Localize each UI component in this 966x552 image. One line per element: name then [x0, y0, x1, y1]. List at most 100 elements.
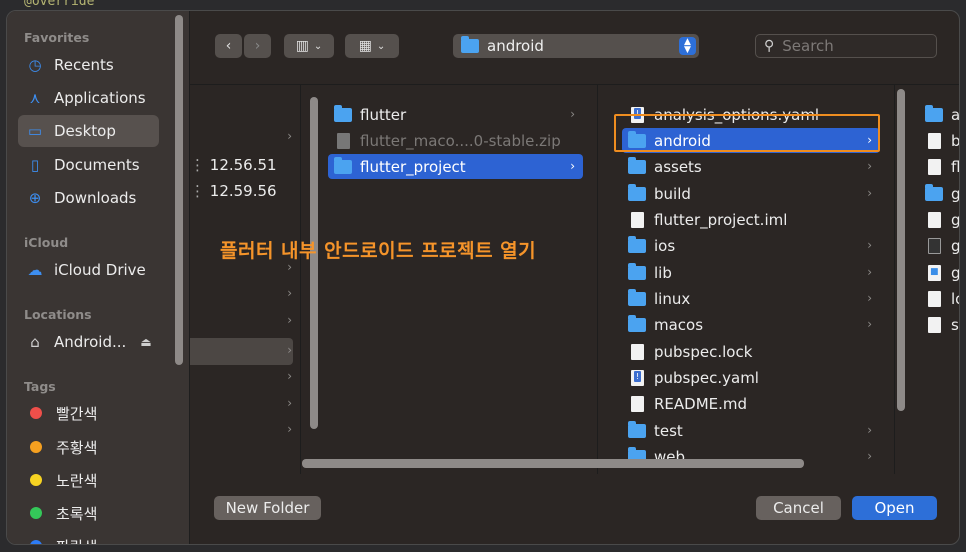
list-item[interactable]: flutter_project.iml — [622, 207, 880, 232]
list-item-zip[interactable]: flutter_maco....0-stable.zip — [328, 128, 583, 153]
highlight-box — [614, 114, 880, 152]
horizontal-scrollbar[interactable] — [302, 459, 804, 468]
group-button[interactable]: ▦ ⌄ — [345, 34, 399, 58]
list-item[interactable]: se — [919, 312, 959, 337]
file-icon — [928, 132, 941, 149]
sidebar-item-downloads[interactable]: ⊕ Downloads — [18, 182, 159, 214]
updown-chevron-icon: ▲ ▼ — [679, 37, 696, 55]
download-icon: ⊕ — [28, 189, 42, 207]
list-item[interactable]: lib › — [622, 260, 880, 285]
document-icon: ▯ — [30, 156, 40, 174]
sidebar-scrollbar[interactable] — [175, 15, 183, 365]
chevron-right-icon: › — [254, 38, 261, 54]
item-label: assets — [654, 157, 702, 176]
list-item[interactable]: flu — [919, 154, 959, 179]
sidebar-item-icloud-drive[interactable]: ☁ iCloud Drive — [18, 254, 159, 286]
red-tag-dot-icon — [30, 407, 42, 419]
list-item[interactable]: ⋮ 12.56.51 — [190, 156, 277, 174]
item-label: flutter_project.iml — [654, 210, 788, 229]
chevron-right-icon: › — [867, 186, 872, 200]
search-placeholder: Search — [782, 37, 834, 55]
column-scrollbar[interactable] — [897, 89, 905, 411]
list-item[interactable]: test › — [622, 418, 880, 443]
sidebar-item-label: Downloads — [54, 189, 137, 207]
list-item[interactable]: ios › — [622, 233, 880, 258]
path-folder-name: android — [487, 37, 544, 55]
sidebar-tag-red[interactable]: 빨간색 — [18, 397, 159, 429]
list-item[interactable]: pubspec.yaml — [622, 365, 880, 390]
item-label: ios — [654, 236, 676, 255]
cancel-button[interactable]: Cancel — [756, 496, 841, 520]
open-button[interactable]: Open — [852, 496, 937, 520]
folder-icon — [925, 104, 943, 122]
folder-icon — [628, 262, 646, 280]
list-item[interactable]: README.md — [622, 391, 880, 416]
search-icon: ⚲ — [764, 38, 775, 54]
back-button[interactable]: ‹ — [215, 34, 242, 58]
list-item[interactable]: gr — [919, 181, 959, 206]
list-item-flutter[interactable]: flutter › — [328, 102, 583, 127]
list-item[interactable]: gr — [919, 233, 959, 258]
item-label: lib — [654, 263, 672, 282]
folder-icon — [334, 104, 352, 122]
column-scrollbar[interactable] — [310, 97, 318, 429]
new-folder-button[interactable]: New Folder — [214, 496, 321, 520]
tags-header: Tags — [24, 379, 56, 394]
chevron-right-icon: › — [867, 449, 872, 463]
sidebar-tag-blue[interactable]: 파란색 — [18, 530, 159, 544]
list-item[interactable]: build › — [622, 181, 880, 206]
item-label: se — [951, 315, 959, 334]
orange-tag-dot-icon — [30, 441, 42, 453]
item-date: 12.59.56 — [209, 182, 277, 200]
list-item[interactable]: gr — [919, 207, 959, 232]
folder-icon — [334, 156, 352, 174]
tag-label: 빨간색 — [56, 404, 98, 423]
applications-icon: ⋏ — [29, 89, 41, 107]
sidebar-tag-green[interactable]: 초록색 — [18, 497, 159, 529]
sidebar-tag-yellow[interactable]: 노란색 — [18, 464, 159, 496]
sidebar-item-label: Recents — [54, 56, 114, 74]
list-item[interactable]: bu — [919, 128, 959, 153]
grid-icon: ▦ — [358, 38, 372, 54]
list-item-flutter-project[interactable]: flutter_project › — [328, 154, 583, 179]
windows-file-icon — [928, 264, 941, 281]
sidebar-item-recents[interactable]: ◷ Recents — [18, 49, 159, 81]
search-field[interactable]: ⚲ Search — [755, 34, 937, 58]
tag-label: 주황색 — [56, 438, 98, 457]
list-item[interactable]: ap — [919, 102, 960, 127]
folder-icon — [461, 36, 479, 53]
item-label: linux — [654, 289, 691, 308]
selected-row-inactive[interactable] — [190, 338, 293, 365]
item-label: build — [654, 184, 691, 203]
file-icon — [928, 316, 941, 333]
list-item[interactable]: linux › — [622, 286, 880, 311]
drive-icon: ⌂ — [30, 333, 40, 351]
list-item[interactable]: ⋮ 12.59.56 — [190, 182, 277, 200]
forward-button[interactable]: › — [244, 34, 271, 58]
sidebar-item-documents[interactable]: ▯ Documents — [18, 149, 159, 181]
chevron-right-icon: › — [287, 396, 292, 410]
favorites-header: Favorites — [24, 30, 90, 45]
chevron-right-icon: › — [867, 291, 872, 305]
sidebar-item-label: Desktop — [54, 122, 116, 140]
item-label: ap — [951, 105, 960, 124]
chevron-right-icon: › — [867, 159, 872, 173]
path-popup[interactable]: android ▲ ▼ — [453, 34, 699, 58]
desktop-icon: ▭ — [27, 122, 43, 140]
chevron-right-icon: › — [287, 286, 292, 300]
sidebar-item-android-location[interactable]: ⌂ Android... ⏏ — [18, 326, 159, 358]
eject-icon[interactable]: ⏏ — [140, 335, 151, 349]
zip-file-icon — [337, 132, 350, 149]
sidebar-item-label: Android... — [54, 333, 127, 351]
chevron-right-icon: › — [287, 422, 292, 436]
item-label: flutter_maco....0-stable.zip — [360, 131, 561, 150]
list-item[interactable]: assets › — [622, 154, 880, 179]
view-mode-button[interactable]: ▥ ⌄ — [284, 34, 334, 58]
sidebar-tag-orange[interactable]: 주황색 — [18, 431, 159, 463]
list-item[interactable]: pubspec.lock — [622, 339, 880, 364]
list-item[interactable]: macos › — [622, 312, 880, 337]
sidebar-item-applications[interactable]: ⋏ Applications — [18, 82, 159, 114]
list-item[interactable]: lo — [919, 286, 959, 311]
list-item[interactable]: gr — [919, 260, 959, 285]
sidebar-item-desktop[interactable]: ▭ Desktop — [18, 115, 159, 147]
